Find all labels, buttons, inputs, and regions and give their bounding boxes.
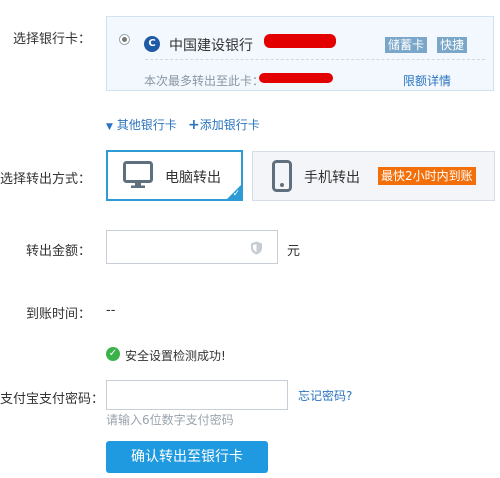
arrival-time-label: 到账时间： [26,307,92,322]
method-pc-option[interactable]: 电脑转出 ✓ [106,150,243,201]
shield-icon [251,241,262,255]
other-cards-link[interactable]: ▼ 其他银行卡 [106,116,177,133]
amount-unit: 元 [287,244,301,259]
select-method-label: 选择转出方式： [0,172,92,187]
redacted-limit-amount [259,73,333,83]
method-phone-label: 手机转出 [304,170,360,186]
check-circle-icon: ✓ [106,347,120,361]
pay-password-input[interactable] [106,380,288,410]
monitor-icon [123,161,153,188]
security-check-message: 安全设置检测成功! [125,349,226,363]
forgot-password-link[interactable]: 忘记密码? [298,387,352,404]
method-pc-label: 电脑转出 [165,170,221,186]
card-divider [145,59,485,60]
triangle-down-icon: ▼ [106,122,113,132]
arrival-time-value: -- [106,303,116,318]
card-radio[interactable] [119,34,130,45]
method-phone-option[interactable]: 手机转出 最快2小时内到账 [252,151,495,201]
pay-password-label: 支付宝支付密码： [0,392,105,407]
limit-text: 本次最多转出至此卡： [144,74,265,88]
amount-input[interactable] [106,230,278,264]
confirm-transfer-button[interactable]: 确认转出至银行卡 [106,441,268,473]
fast-arrival-badge: 最快2小时内到账 [378,167,476,185]
add-card-label: 添加银行卡 [199,118,260,132]
phone-icon [272,160,292,192]
savings-card-tag: 储蓄卡 [385,37,428,53]
amount-label: 转出金额： [26,244,92,259]
ccb-logo-icon: C [144,36,160,52]
password-hint: 请输入6位数字支付密码 [106,413,234,427]
redacted-card-number [264,34,336,48]
add-card-link[interactable]: +添加银行卡 [188,116,260,133]
plus-icon: + [188,117,200,133]
other-cards-label: 其他银行卡 [116,118,177,132]
select-card-label: 选择银行卡： [13,32,92,47]
limit-details-link[interactable]: 限额详情 [403,72,451,89]
check-icon: ✓ [232,189,240,199]
quick-pay-tag: 快捷 [437,37,468,53]
bank-name: 中国建设银行 [169,38,253,54]
bank-card-panel[interactable]: C 中国建设银行 储蓄卡 快捷 本次最多转出至此卡： 限额详情 [106,16,494,91]
